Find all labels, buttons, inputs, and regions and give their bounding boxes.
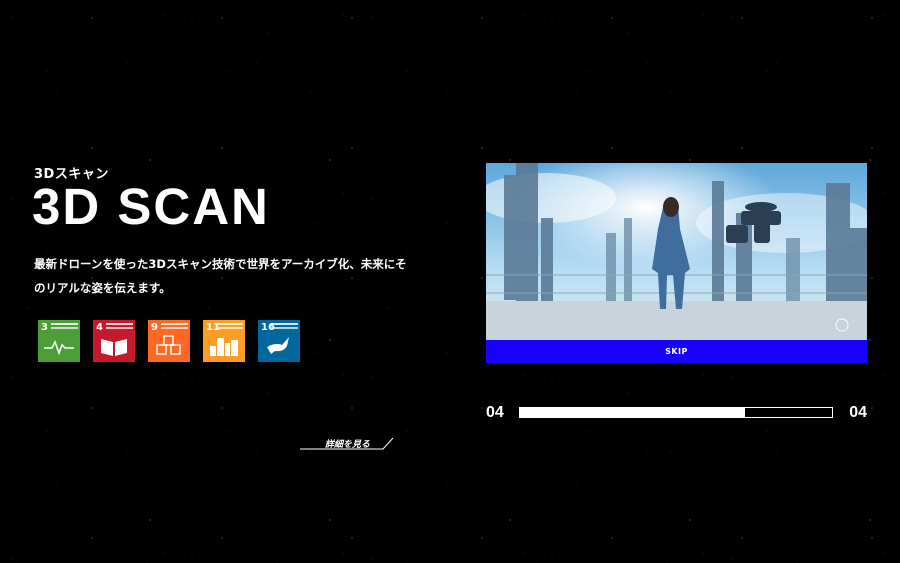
buildings-icon <box>210 338 238 356</box>
progress-bar[interactable] <box>519 407 833 418</box>
section-title: 3D SCAN <box>32 178 270 235</box>
sdg-goal-9-icon: 9 <box>148 320 190 362</box>
sdg-goal-4-icon: 4 <box>93 320 135 362</box>
cubes-icon <box>156 335 181 355</box>
skip-button[interactable]: SKIP <box>486 340 867 363</box>
heartbeat-icon <box>44 339 74 356</box>
book-icon <box>101 339 127 356</box>
arrow-underline-icon <box>300 437 394 450</box>
progress-fill <box>520 408 745 417</box>
section-description: 最新ドローンを使った3Dスキャン技術で世界をアーカイブ化、未来にそのリアルな姿を… <box>34 257 407 295</box>
video-progress: 04 04 <box>486 402 867 424</box>
video-player[interactable]: SKIP <box>486 163 867 363</box>
view-details-link[interactable]: 詳細を見る <box>299 436 395 452</box>
sdg-icon-list: 3 4 9 11 16 <box>38 320 300 362</box>
video-frame-image <box>486 163 867 340</box>
sdg-goal-16-icon: 16 <box>258 320 300 362</box>
current-index: 04 <box>486 404 504 421</box>
sdg-goal-11-icon: 11 <box>203 320 245 362</box>
sdg-goal-3-icon: 3 <box>38 320 80 362</box>
total-count: 04 <box>849 404 867 421</box>
dove-icon <box>267 337 289 354</box>
